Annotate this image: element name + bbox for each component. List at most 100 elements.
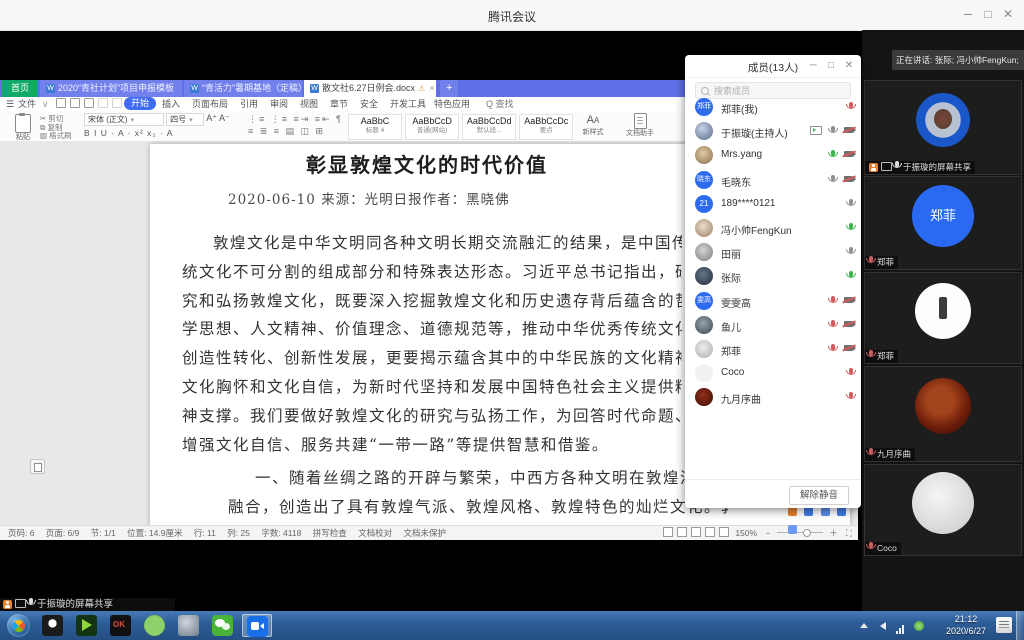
camera-off-icon[interactable] [844,127,853,133]
zoom-level[interactable]: 150% [735,528,757,538]
taskbar-app-tencent-meeting[interactable] [242,614,272,637]
member-row[interactable]: 21 189****0121 [685,192,861,216]
camera-off-icon[interactable] [844,176,853,182]
wps-home-tab[interactable]: 首页 [2,80,38,97]
ribbon-tab-special[interactable]: 特色应用 [434,97,470,111]
mic-icon[interactable] [849,199,853,205]
preview-icon[interactable] [84,98,94,108]
view-mode-icon[interactable] [677,527,687,537]
member-row[interactable]: Mrs.yang [685,143,861,167]
save-icon[interactable] [56,98,66,108]
font-size-select[interactable]: 四号▾ [166,113,204,126]
format-tools-row[interactable]: B I U · A · x² x₂ · A [84,128,230,138]
minimize-icon[interactable]: ─ [958,7,978,21]
member-row[interactable]: 冯小帅FengKun [685,216,861,240]
ribbon-tab-view[interactable]: 视图 [300,97,318,111]
zoom-out-button[interactable]: − [765,528,770,538]
view-mode-icon[interactable] [719,527,729,537]
mic-muted-icon[interactable] [831,296,835,302]
new-tab-button[interactable]: + [440,80,458,97]
file-menu[interactable]: 文件 [18,97,36,111]
member-row[interactable]: 郑菲 郑菲(我) [685,95,861,119]
proofread-toggle[interactable]: 文档校对 [358,528,392,538]
member-row[interactable]: 鱼儿 [685,313,861,337]
ribbon-tab-devtools[interactable]: 开发工具 [390,97,426,111]
ime-icon[interactable] [996,617,1012,633]
mic-icon[interactable] [831,175,835,181]
doc-assistant-button[interactable]: 文档助手 [622,113,658,138]
toolbar-icon[interactable] [788,507,797,516]
grow-shrink-font-icons[interactable]: A⁺ A⁻ [206,113,230,123]
camera-off-icon[interactable] [844,297,853,303]
mic-icon[interactable] [849,247,853,253]
member-row[interactable]: 于振璇(主持人) [685,119,861,143]
style-default[interactable]: AaBbCcDd默认段... [462,114,516,140]
mic-muted-icon[interactable] [849,368,853,374]
member-row[interactable]: 郑菲 [685,337,861,361]
find-button[interactable]: Q 查找 [486,97,514,111]
ribbon-tab-pagelayout[interactable]: 页面布局 [192,97,228,111]
video-tile[interactable]: 九月序曲 [864,366,1022,462]
network-icon[interactable] [896,624,906,634]
redo-icon[interactable] [112,98,122,108]
toolbar-icon[interactable] [788,525,797,534]
style-keypoint[interactable]: AaBbCcDc要点 [519,114,573,140]
maximize-icon[interactable]: □ [823,60,839,71]
status-wordcount[interactable]: 字数: 4118 [261,528,301,538]
mic-active-icon[interactable] [849,223,853,229]
video-tile-screenshare[interactable]: 于振璇的屏幕共享 [864,80,1022,175]
toolbar-icon[interactable] [837,507,846,516]
mic-muted-icon[interactable] [831,320,835,326]
wps-doc-tab-1[interactable]: W2020“青社计划”项目申报模板 [40,80,182,97]
camera-off-icon[interactable] [844,151,853,157]
format-painter-button[interactable]: ▨ 格式刷 [40,132,72,141]
member-row[interactable]: 雯高 雯雯高 [685,289,861,313]
maximize-icon[interactable]: □ [978,7,998,21]
ribbon-tab-review[interactable]: 审阅 [270,97,288,111]
tray-status-icon[interactable] [914,621,924,631]
member-row[interactable]: 田丽 [685,240,861,264]
taskbar-app-wechat[interactable] [208,614,238,637]
zoom-slider-knob[interactable] [803,529,811,537]
camera-off-icon[interactable] [844,345,853,351]
print-icon[interactable] [70,98,80,108]
taskbar-app-gray[interactable] [174,614,204,637]
style-normal-web[interactable]: AaBbCcD普通(网站) [405,114,459,140]
undo-icon[interactable] [98,98,108,108]
mic-active-icon[interactable] [831,150,835,156]
close-icon[interactable]: ✕ [998,7,1018,21]
windows-start-button[interactable] [7,614,30,637]
member-row[interactable]: 张际 [685,264,861,288]
close-icon[interactable]: ✕ [841,60,857,71]
mic-active-icon[interactable] [849,271,853,277]
taskbar-app-360[interactable] [140,614,170,637]
view-mode-icon[interactable] [663,527,673,537]
new-style-button[interactable]: AA 新样式 [576,113,610,137]
ribbon-tab-references[interactable]: 引用 [240,97,258,111]
view-mode-icon[interactable] [691,527,701,537]
minimize-icon[interactable]: ─ [805,60,821,71]
ribbon-tab-home[interactable]: 开始 [124,97,156,110]
taskbar-clock[interactable]: 21:12 2020/6/27 [946,613,986,637]
mic-icon[interactable] [831,126,835,132]
video-tile[interactable]: 郑菲 郑菲 [864,176,1022,270]
video-tile[interactable]: 郑菲 [864,272,1022,364]
font-name-select[interactable]: 宋体 (正文)▾ [84,113,164,126]
volume-icon[interactable] [880,622,886,630]
toolbar-icon[interactable] [804,507,813,516]
ribbon-tab-security[interactable]: 安全 [360,97,378,111]
taskbar-app-player[interactable] [72,614,102,637]
view-mode-icon[interactable] [705,527,715,537]
unmute-button[interactable]: 解除静音 [789,486,849,505]
paste-options-floatie[interactable] [30,459,45,474]
style-heading4[interactable]: AaBbC标题 4 [348,114,402,140]
zoom-in-button[interactable]: ＋ [829,528,838,538]
taskbar-app-qq[interactable] [38,614,68,637]
member-row[interactable]: 九月序曲 [685,385,861,409]
wps-doc-tab-active[interactable]: W散文社6.27日例会.docx⚠× [304,80,436,97]
wps-doc-tab-2[interactable]: W“青活力”暑期基地（定稿） [184,80,302,97]
mic-muted-icon[interactable] [849,102,853,108]
hamburger-icon[interactable]: ☰ [6,97,14,111]
video-tile[interactable]: Coco [864,464,1022,556]
mic-muted-icon[interactable] [831,344,835,350]
